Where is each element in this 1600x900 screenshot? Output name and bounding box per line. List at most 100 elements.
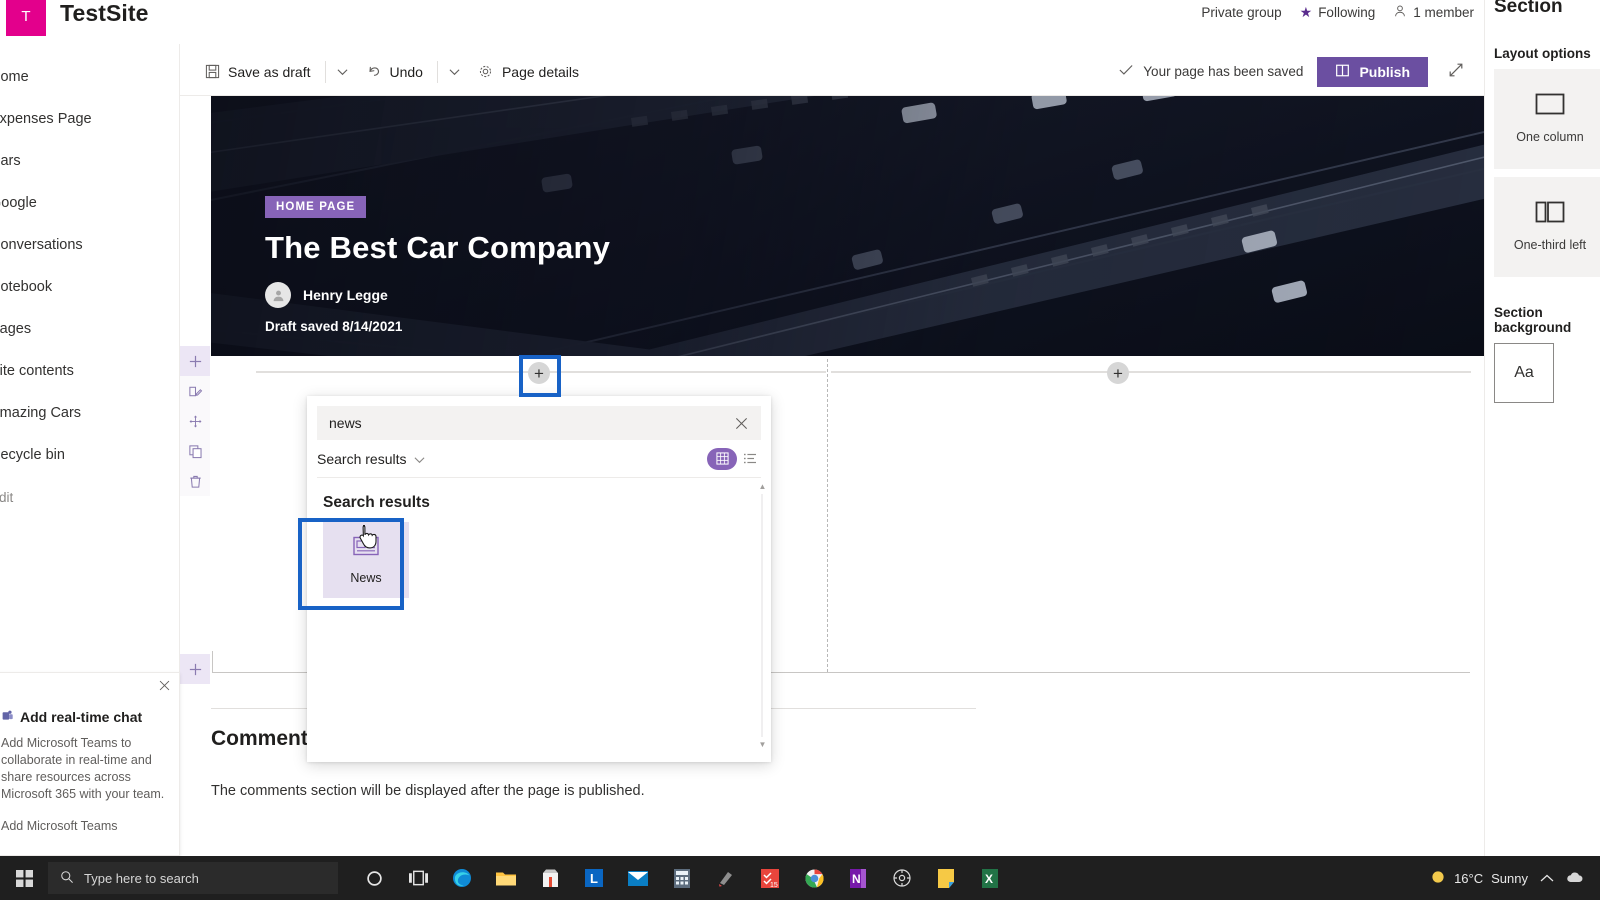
undo-label: Undo	[389, 63, 423, 80]
nav-label: Google	[0, 195, 37, 211]
excel-icon[interactable]: X	[970, 858, 1010, 898]
sidebar-item-amazing-cars[interactable]: Amazing Cars	[0, 392, 179, 434]
mouse-cursor-icon	[359, 525, 377, 549]
cloud-icon[interactable]	[1566, 871, 1584, 886]
svg-text:15: 15	[770, 882, 778, 888]
list-view-toggle[interactable]	[739, 448, 761, 470]
section-background-swatch[interactable]: Aa	[1494, 343, 1554, 403]
sidebar-edit-link[interactable]: Edit	[0, 476, 179, 518]
view-toggle-group	[707, 447, 761, 470]
save-status-label: Your page has been saved	[1143, 64, 1304, 79]
comments-note: The comments section will be displayed a…	[211, 783, 645, 799]
hero-banner[interactable]: HOME PAGE The Best Car Company Henry Leg…	[211, 96, 1484, 356]
page-details-button[interactable]: Page details	[468, 54, 589, 90]
sidebar-item-notebook[interactable]: Notebook	[0, 266, 179, 308]
start-button[interactable]	[0, 856, 48, 900]
filter-dropdown[interactable]: Search results	[317, 451, 425, 467]
site-header-actions: Private group ★ Following 1 member	[1201, 4, 1474, 21]
nav-label: Cars	[0, 153, 21, 169]
webpart-search-field[interactable]	[317, 406, 761, 440]
undo-button[interactable]: Undo	[356, 54, 433, 90]
search-input[interactable]	[329, 415, 749, 431]
scroll-down-arrow-icon[interactable]: ▼	[759, 740, 767, 749]
publish-button[interactable]: Publish	[1317, 56, 1428, 87]
sidebar-item-expenses-page[interactable]: Expenses Page	[0, 98, 179, 140]
results-scrollbar[interactable]: ▲ ▼	[758, 482, 767, 749]
teams-promo-title: Add real-time chat	[1, 709, 165, 725]
layout-option-label: One-third left	[1513, 238, 1587, 252]
nav-label: Edit	[0, 489, 14, 505]
move-section-icon[interactable]	[180, 406, 210, 436]
save-as-draft-button[interactable]: Save as draft	[194, 54, 321, 90]
nav-label: Pages	[0, 321, 32, 337]
add-section-button[interactable]	[180, 346, 210, 376]
taskbar-search-placeholder: Type here to search	[84, 870, 199, 886]
webpart-results-panel: Search results News ▲ ▼	[307, 478, 771, 753]
privacy-label: Private group	[1201, 5, 1281, 20]
file-explorer-icon[interactable]	[486, 858, 526, 898]
taskbar-search-box[interactable]: Type here to search	[48, 862, 338, 894]
mail-icon[interactable]	[618, 858, 658, 898]
save-as-draft-label: Save as draft	[228, 63, 311, 80]
save-options-chevron-down-icon[interactable]	[330, 54, 356, 90]
add-webpart-button-right[interactable]: +	[1107, 362, 1129, 384]
weather-widget[interactable]: 16°C Sunny	[1430, 869, 1528, 888]
layout-option-one-column[interactable]: One column	[1494, 69, 1600, 169]
sidebar-item-conversations[interactable]: Conversations	[0, 224, 179, 266]
chevron-down-icon	[414, 451, 425, 467]
calculator-icon[interactable]	[662, 858, 702, 898]
svg-text:X: X	[985, 872, 993, 886]
todo-icon[interactable]: 15	[750, 858, 790, 898]
hero-badge: HOME PAGE	[265, 196, 367, 218]
expand-icon[interactable]	[1442, 62, 1470, 82]
sidebar-item-recycle-bin[interactable]: Recycle bin	[0, 434, 179, 476]
weather-desc: Sunny	[1491, 870, 1528, 886]
grid-view-toggle[interactable]	[707, 447, 737, 470]
add-microsoft-teams-link[interactable]: Add Microsoft Teams	[1, 819, 165, 833]
chrome-icon[interactable]	[794, 858, 834, 898]
sidebar-item-site-contents[interactable]: Site contents	[0, 350, 179, 392]
add-webpart-button-left[interactable]: +	[528, 362, 550, 384]
sidebar-item-google[interactable]: Google	[0, 182, 179, 224]
column-divider	[827, 359, 828, 672]
clear-search-icon[interactable]	[729, 406, 753, 440]
paint-icon[interactable]	[706, 858, 746, 898]
scroll-up-arrow-icon[interactable]: ▲	[759, 482, 767, 491]
show-hidden-icons-chevron-up-icon[interactable]	[1540, 871, 1554, 886]
command-bar: Save as draft Undo Page details Your pag…	[180, 48, 1484, 96]
edge-icon[interactable]	[442, 858, 482, 898]
duplicate-section-icon[interactable]	[180, 436, 210, 466]
sticky-notes-icon[interactable]	[926, 858, 966, 898]
section-background-heading: Section background	[1494, 305, 1572, 335]
close-icon[interactable]	[158, 679, 171, 695]
sidebar-item-home[interactable]: Home	[0, 56, 179, 98]
site-header: T TestSite Private group ★ Following 1 m…	[0, 0, 1484, 44]
task-view-icon[interactable]	[398, 858, 438, 898]
teams-promo-body: Add Microsoft Teams to collaborate in re…	[1, 736, 165, 801]
layout-option-one-third-left[interactable]: One-third left	[1494, 177, 1600, 277]
nav-label: Recycle bin	[0, 447, 65, 463]
add-section-button-bottom[interactable]	[180, 654, 210, 684]
settings-icon[interactable]	[882, 858, 922, 898]
background-swatch-label: Aa	[1514, 364, 1534, 381]
hero-author-name: Henry Legge	[303, 287, 388, 303]
nav-label: Amazing Cars	[0, 405, 82, 421]
search-icon	[60, 870, 74, 887]
undo-options-chevron-down-icon[interactable]	[442, 54, 468, 90]
edit-section-icon[interactable]	[180, 376, 210, 406]
linkedin-icon[interactable]: L	[574, 858, 614, 898]
layout-option-label: One column	[1516, 130, 1584, 144]
members-button[interactable]: 1 member	[1393, 4, 1474, 21]
webpart-picker-dialog: Search results Search results	[307, 396, 771, 762]
webpart-filter-bar: Search results	[317, 440, 761, 478]
microsoft-store-icon[interactable]	[530, 858, 570, 898]
sidebar-item-cars[interactable]: Cars	[0, 140, 179, 182]
sidebar-item-pages[interactable]: Pages	[0, 308, 179, 350]
page-title[interactable]: The Best Car Company	[265, 230, 610, 266]
delete-section-icon[interactable]	[180, 466, 210, 496]
windows-taskbar: Type here to search L 15 N X 16°C Sunny	[0, 856, 1600, 900]
cortana-icon[interactable]	[354, 858, 394, 898]
onenote-icon[interactable]: N	[838, 858, 878, 898]
system-tray: 16°C Sunny	[1430, 869, 1600, 888]
following-button[interactable]: ★ Following	[1300, 4, 1376, 21]
